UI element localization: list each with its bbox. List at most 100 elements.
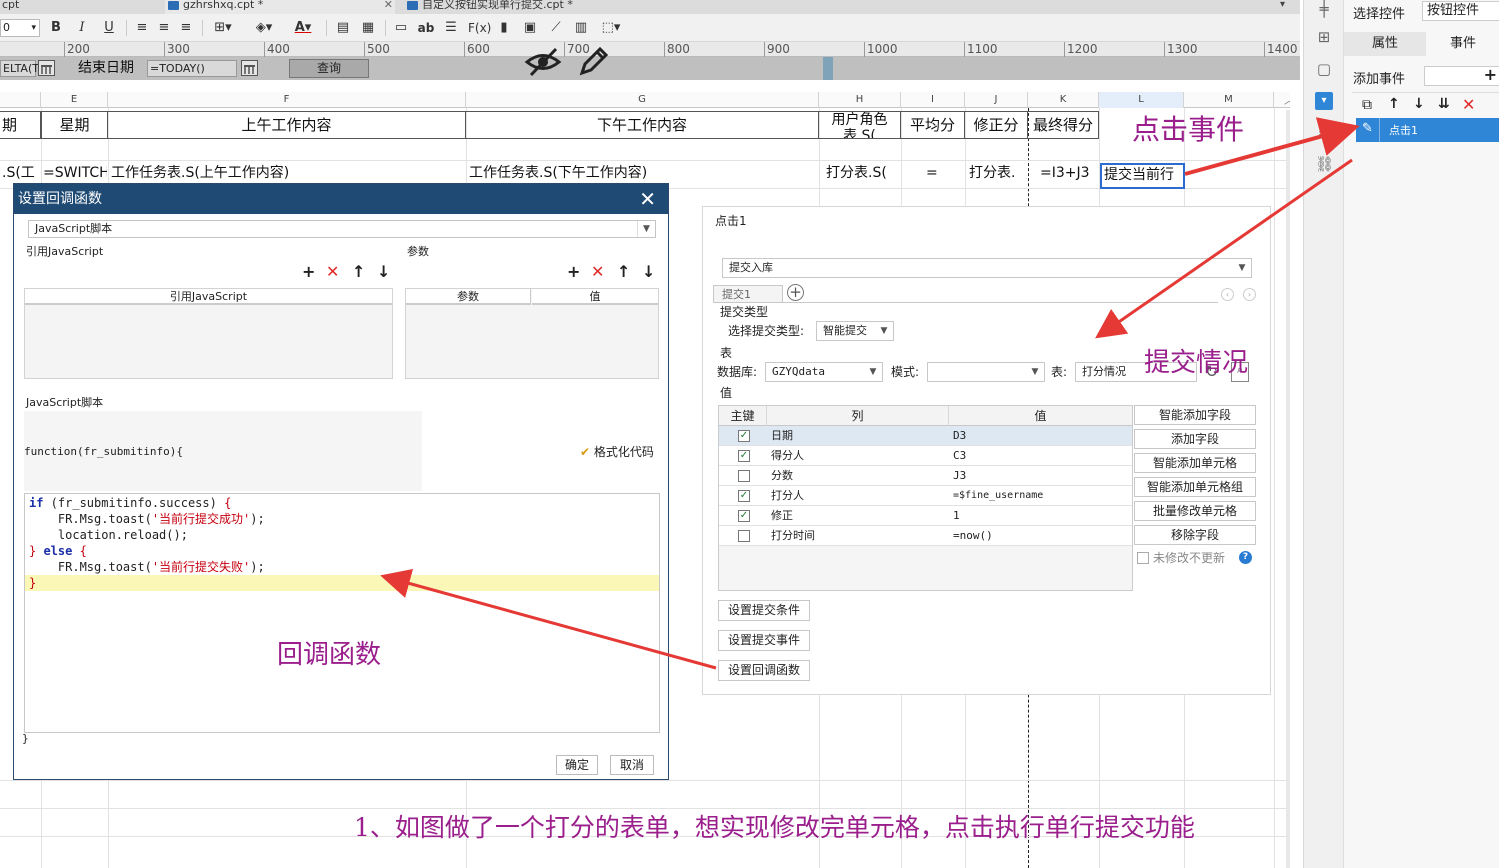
- add-icon[interactable]: +: [1484, 65, 1497, 84]
- primary-key-checkbox[interactable]: ✓: [738, 430, 750, 442]
- mode-select[interactable]: ▼: [927, 362, 1045, 382]
- move-bottom-icon[interactable]: ⇊: [1438, 96, 1450, 112]
- tab-events[interactable]: 事件: [1426, 32, 1499, 56]
- insert-row-icon[interactable]: ▭: [393, 19, 409, 37]
- header-cell-morning-work[interactable]: 上午工作内容: [108, 111, 466, 139]
- add-event-select[interactable]: +: [1424, 65, 1499, 86]
- column-header-d[interactable]: [0, 92, 41, 108]
- database-select[interactable]: GZYQdata ▼: [765, 362, 883, 382]
- table-row[interactable]: 分数 J3: [719, 466, 1132, 486]
- cell-element-icon[interactable]: ▢: [1315, 60, 1333, 78]
- column-header-f[interactable]: F: [108, 92, 466, 108]
- primary-key-checkbox[interactable]: ✓: [738, 490, 750, 502]
- action-type-select[interactable]: 提交入库 ▼: [722, 258, 1252, 278]
- ok-button[interactable]: 确定: [556, 755, 598, 775]
- move-down-icon[interactable]: ↓: [377, 264, 390, 280]
- table-row[interactable]: ✓ 修正 1: [719, 506, 1132, 526]
- font-color-button[interactable]: A▾: [288, 19, 318, 37]
- fill-color-icon[interactable]: ◈▾: [249, 19, 279, 37]
- smart-add-cell-group-button[interactable]: 智能添加单元格组: [1134, 477, 1256, 497]
- delete-icon[interactable]: ✕: [591, 264, 604, 280]
- set-submit-event-button[interactable]: 设置提交事件: [718, 630, 810, 651]
- column-header-l[interactable]: L: [1099, 92, 1184, 108]
- table-row[interactable]: ✓ 得分人 C3: [719, 446, 1132, 466]
- move-down-icon[interactable]: ↓: [1413, 96, 1425, 112]
- ref-js-table[interactable]: 引用JavaScript: [24, 288, 393, 379]
- table-row[interactable]: 打分时间 =now(): [719, 526, 1132, 546]
- cell-f3[interactable]: 工作任务表.S(上午工作内容): [111, 164, 461, 182]
- header-cell-afternoon-work[interactable]: 下午工作内容: [466, 111, 819, 139]
- unmerge-cells-icon[interactable]: ▦: [360, 19, 376, 37]
- scroll-left-icon[interactable]: ‹: [1221, 288, 1234, 301]
- calendar-icon[interactable]: [38, 60, 55, 76]
- move-up-icon[interactable]: ↑: [617, 264, 630, 280]
- add-icon[interactable]: +: [302, 264, 315, 280]
- smart-add-cell-button[interactable]: 智能添加单元格: [1134, 453, 1256, 473]
- close-icon[interactable]: ✕: [384, 0, 393, 10]
- format-code-button[interactable]: ✔ 格式化代码: [580, 445, 654, 459]
- scroll-up-icon[interactable]: ︿: [1284, 92, 1290, 107]
- table-row[interactable]: ✓ 日期 D3: [719, 426, 1132, 446]
- move-up-icon[interactable]: ↑: [1388, 96, 1400, 112]
- cell-j3[interactable]: 打分表.: [969, 164, 1027, 182]
- calendar-icon[interactable]: [241, 60, 258, 76]
- layout-icon[interactable]: ╪: [1315, 0, 1333, 18]
- params-table[interactable]: 参数 值: [405, 288, 659, 379]
- header-cell-adjustment[interactable]: 修正分: [965, 111, 1028, 139]
- align-right-icon[interactable]: ≡: [178, 19, 194, 37]
- delete-icon[interactable]: ✕: [326, 264, 339, 280]
- cell-i3[interactable]: =: [926, 164, 956, 182]
- cell-d3[interactable]: .S(工: [2, 164, 40, 182]
- column-header-k[interactable]: K: [1028, 92, 1099, 108]
- image-icon[interactable]: ▣: [521, 19, 539, 37]
- copy-icon[interactable]: ⧉: [1362, 97, 1372, 113]
- slash-icon[interactable]: ⟋: [548, 19, 564, 37]
- sub-report-icon[interactable]: ▥: [573, 19, 589, 37]
- tab-properties[interactable]: 属性: [1344, 32, 1426, 56]
- column-header-g[interactable]: G: [466, 92, 819, 108]
- condition-attr-icon[interactable]: ≣: [1315, 124, 1333, 142]
- file-tab-0[interactable]: cpt: [0, 0, 154, 14]
- widget-settings-icon[interactable]: ▾: [1315, 92, 1333, 110]
- smart-add-field-button[interactable]: 智能添加字段: [1134, 405, 1256, 425]
- file-tab-1[interactable]: gzhrshxq.cpt * ✕: [165, 0, 395, 14]
- primary-key-checkbox[interactable]: ✓: [738, 510, 750, 522]
- cell-h3[interactable]: 打分表.S(: [826, 164, 900, 182]
- column-header-e[interactable]: E: [41, 92, 108, 108]
- hyperlink-icon[interactable]: ⛓: [1315, 155, 1334, 173]
- submit-type-select[interactable]: 智能提交 ▼: [816, 321, 894, 341]
- cell-g3[interactable]: 工作任务表.S(下午工作内容): [469, 164, 814, 182]
- widget-icon[interactable]: ⊞: [1315, 28, 1333, 46]
- merge-cells-icon[interactable]: ▤: [335, 19, 351, 37]
- rich-text-icon[interactable]: ☰: [443, 19, 459, 37]
- add-field-button[interactable]: 添加字段: [1134, 429, 1256, 449]
- italic-button[interactable]: I: [74, 19, 90, 37]
- header-cell-weekday[interactable]: 星期: [41, 111, 108, 139]
- pencil-icon[interactable]: [576, 45, 610, 79]
- header-cell-date[interactable]: 期: [0, 111, 41, 139]
- cell-k3[interactable]: =I3+J3: [1040, 164, 1098, 182]
- start-date-field[interactable]: ELTA(T: [0, 60, 39, 77]
- header-cell-average[interactable]: 平均分: [901, 111, 965, 139]
- file-tab-2[interactable]: 自定义按钮实现单行提交.cpt *: [404, 0, 639, 14]
- set-submit-condition-button[interactable]: 设置提交条件: [718, 600, 810, 621]
- close-icon[interactable]: ✕: [639, 184, 656, 214]
- no-update-checkbox[interactable]: [1137, 552, 1149, 564]
- delete-icon[interactable]: ✕: [1462, 95, 1475, 114]
- tab-submit-1[interactable]: 提交1: [713, 285, 783, 303]
- move-down-icon[interactable]: ↓: [642, 264, 655, 280]
- column-header-i[interactable]: I: [901, 92, 965, 108]
- cell-e3[interactable]: =SWITCH(: [43, 164, 107, 182]
- add-tab-icon[interactable]: +: [787, 284, 804, 301]
- primary-key-checkbox[interactable]: [738, 530, 750, 542]
- primary-key-checkbox[interactable]: [738, 470, 750, 482]
- cell-l3-submit-button[interactable]: 提交当前行: [1100, 163, 1185, 189]
- align-left-icon[interactable]: ≡: [134, 19, 150, 37]
- more-insert-icon[interactable]: ⬚▾: [598, 19, 624, 37]
- column-header-h[interactable]: H: [819, 92, 901, 108]
- border-icon[interactable]: ⊞▾: [208, 19, 238, 37]
- move-up-icon[interactable]: ↑: [352, 264, 365, 280]
- bold-button[interactable]: B: [48, 19, 64, 37]
- add-icon[interactable]: +: [567, 264, 580, 280]
- header-cell-user-role[interactable]: 用户角色表.S(: [819, 111, 901, 139]
